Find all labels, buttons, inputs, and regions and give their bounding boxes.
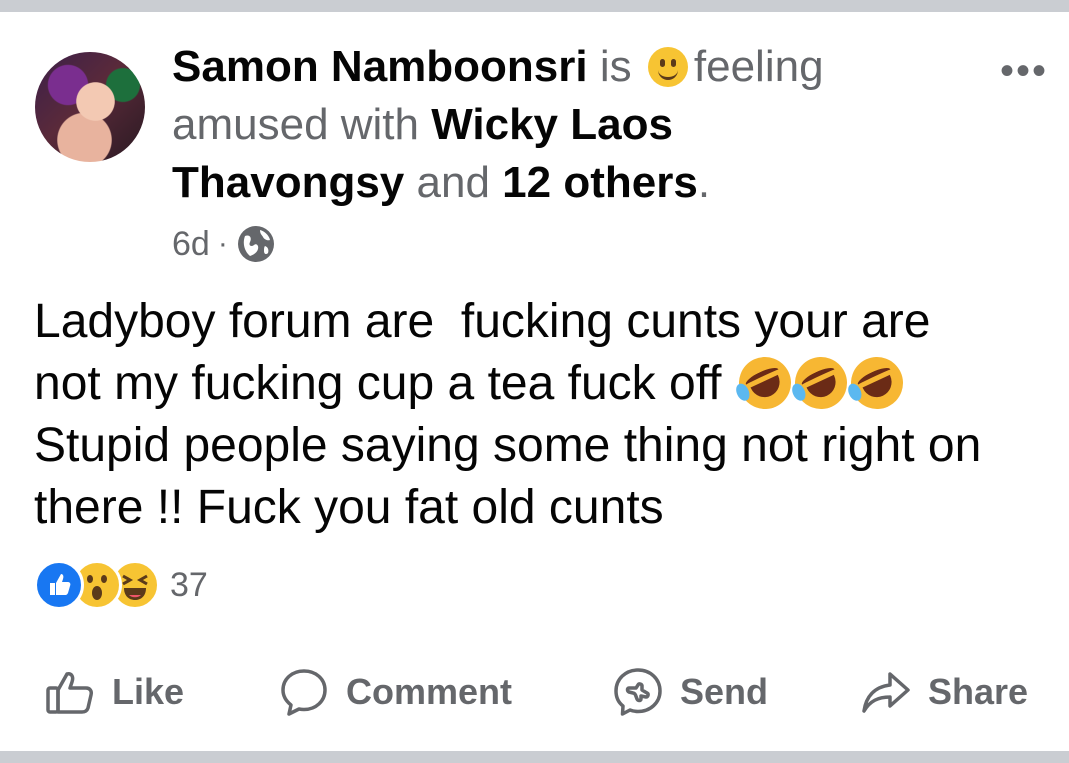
- bottom-separator: [0, 751, 1069, 763]
- body-line-2: not my fucking cup a tea fuck off: [34, 357, 722, 410]
- rolling-on-floor-laughing-emoji-icon: [842, 348, 912, 418]
- share-button[interactable]: Share: [860, 660, 1028, 724]
- more-options-icon[interactable]: •••: [996, 51, 1052, 91]
- like-reaction-icon: [34, 560, 84, 610]
- globe-icon[interactable]: [236, 224, 276, 264]
- reaction-count: 37: [170, 565, 208, 604]
- others-link[interactable]: 12 others: [502, 158, 698, 207]
- send-button[interactable]: Send: [612, 660, 768, 724]
- comment-bubble-icon: [281, 669, 327, 716]
- and-text: and: [416, 158, 490, 207]
- post-time[interactable]: 6d: [172, 225, 210, 264]
- like-label: Like: [112, 671, 185, 712]
- body-line-1: Ladyboy forum are fucking cunts your are: [34, 295, 931, 348]
- share-arrow-icon: [862, 672, 910, 713]
- avatar[interactable]: [35, 52, 145, 162]
- comment-button[interactable]: Comment: [278, 660, 512, 724]
- thumbs-up-icon: [46, 672, 93, 714]
- body-line-4: there !! Fuck you fat old cunts: [34, 481, 664, 534]
- reaction-summary[interactable]: 37: [34, 560, 208, 610]
- meta-separator: ·: [217, 227, 228, 260]
- body-line-3: Stupid people saying some thing not righ…: [34, 419, 982, 472]
- period: .: [697, 158, 711, 207]
- send-label: Send: [680, 671, 769, 712]
- post-body: Ladyboy forum are fucking cunts your are…: [34, 291, 1044, 539]
- messenger-icon: [614, 668, 662, 716]
- author-name[interactable]: Samon Namboonsri: [172, 42, 588, 91]
- post-meta: 6d ·: [172, 222, 276, 266]
- like-button[interactable]: Like: [44, 660, 184, 724]
- top-separator: [0, 0, 1069, 12]
- post-header: Samon Namboonsri is feeling amused with …: [172, 38, 912, 212]
- comment-label: Comment: [346, 671, 513, 712]
- action-bar: Like Comment Send Share: [0, 660, 1069, 724]
- slightly-smiling-emoji-icon: [647, 47, 688, 87]
- rolling-on-floor-laughing-emoji-icon: [730, 348, 800, 418]
- is-text: is: [599, 42, 632, 91]
- share-label: Share: [928, 671, 1029, 712]
- rolling-on-floor-laughing-emoji-icon: [786, 348, 856, 418]
